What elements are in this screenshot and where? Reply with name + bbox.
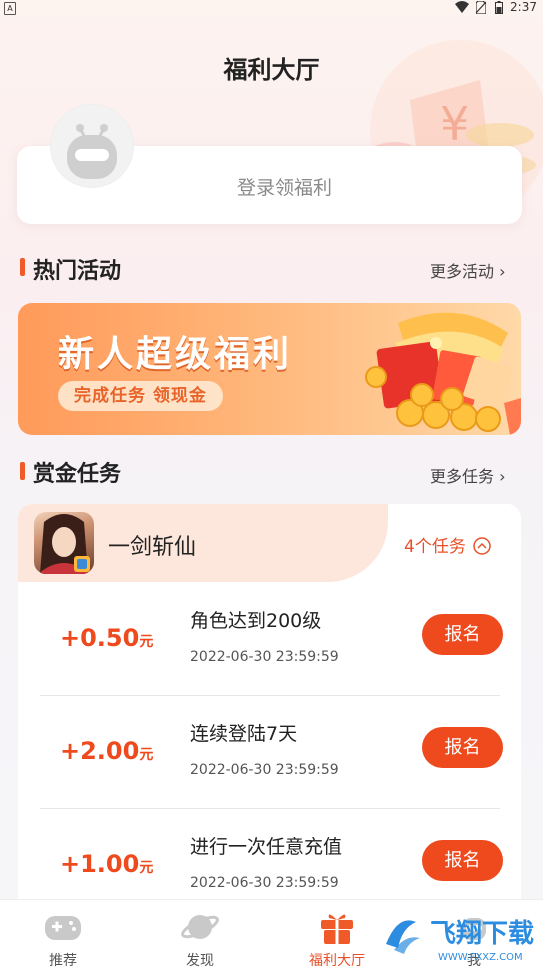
banner-title: 新人超级福利 [58,334,293,375]
svg-text:¥: ¥ [440,97,469,151]
site-watermark-logo: 飞翔下载 WWW.FXXZ.COM [376,910,534,963]
tab-discover[interactable]: 发现 [137,900,263,974]
avatar[interactable] [50,104,134,188]
task-row: +2.00元 连续登陆7天 2022-06-30 23:59:59 报名 [18,695,521,808]
banner-subtitle: 完成任务 领现金 [58,381,223,411]
signup-button[interactable]: 报名 [422,614,503,655]
more-activities-link[interactable]: 更多活动 › [430,258,506,282]
section-marker [20,462,25,480]
page-title: 福利大厅 [223,56,320,84]
task-deadline: 2022-06-30 23:59:59 [190,649,339,665]
task-name: 连续登陆7天 [190,723,298,745]
signup-button[interactable]: 报名 [422,727,503,768]
task-name: 进行一次任意充值 [190,836,343,858]
task-row: +1.00元 进行一次任意充值 2022-06-30 23:59:59 报名 [18,808,521,904]
tab-label: 发现 [186,953,214,969]
robot-avatar-icon [67,124,117,179]
notification-badge: A [4,2,16,15]
section-marker [20,258,25,276]
game-icon [34,512,94,574]
task-deadline: 2022-06-30 23:59:59 [190,762,339,778]
svg-text:WWW.FXXZ.COM: WWW.FXXZ.COM [438,952,523,963]
planet-icon [181,915,219,939]
task-count-toggle[interactable]: 4个任务 [404,532,491,557]
task-count-label: 4个任务 [404,537,466,557]
wifi-icon [455,1,469,13]
gamepad-icon [45,916,81,940]
more-tasks-link[interactable]: 更多任务 › [430,463,506,487]
game-name: 一剑斩仙 [108,535,197,560]
task-deadline: 2022-06-30 23:59:59 [190,875,339,891]
task-reward: +0.50元 [60,624,154,652]
task-card: 一剑斩仙 4个任务 +0.50元 角色达到200级 2022-06-30 23:… [18,504,521,904]
no-sim-icon [476,1,486,14]
status-bar: A 2:37 [0,0,543,16]
status-time: 2:37 [510,0,537,14]
gift-icon [321,914,353,944]
bounty-tasks-title: 赏金任务 [33,462,122,487]
red-envelope-icon [365,312,521,435]
hot-activities-title: 热门活动 [33,259,122,284]
tab-recommend[interactable]: 推荐 [0,900,126,974]
battery-icon [495,1,503,14]
task-row: +0.50元 角色达到200级 2022-06-30 23:59:59 报名 [18,582,521,695]
chevron-up-circle-icon [473,537,491,555]
tab-label: 推荐 [49,953,77,969]
signup-button[interactable]: 报名 [422,840,503,881]
task-reward: +1.00元 [60,850,154,878]
newcomer-banner[interactable]: 新人超级福利 完成任务 领现金 [18,303,521,435]
svg-text:飞翔下载: 飞翔下载 [430,919,534,949]
task-reward: +2.00元 [60,737,154,765]
task-card-header[interactable]: 一剑斩仙 4个任务 [18,504,521,582]
task-name: 角色达到200级 [190,610,322,632]
